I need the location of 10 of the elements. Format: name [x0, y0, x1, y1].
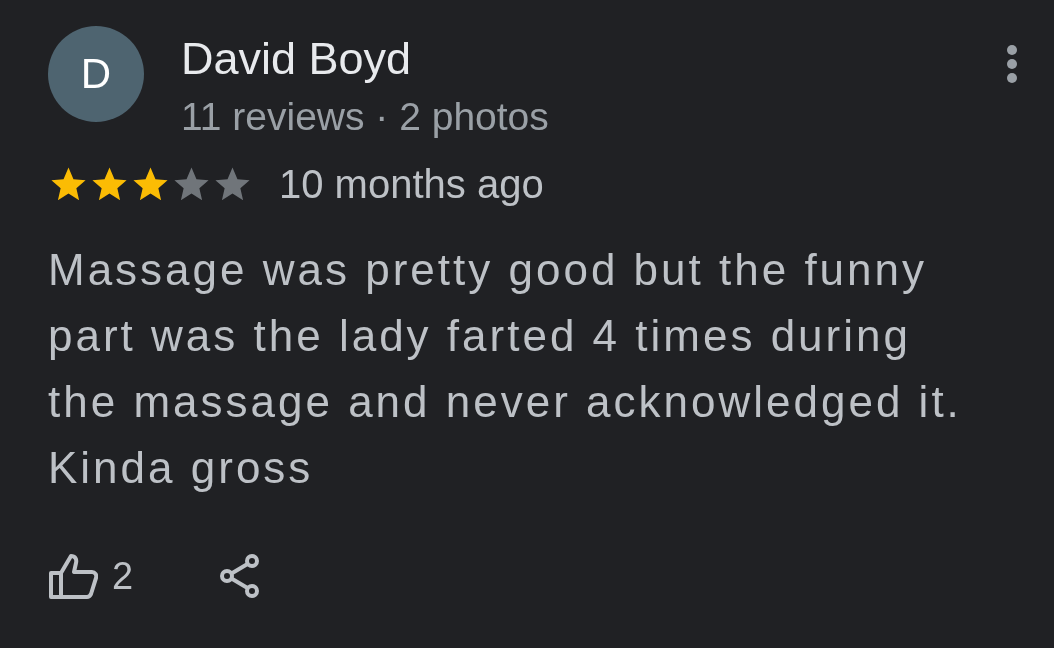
share-icon — [219, 553, 262, 599]
reviewer-stats: 11 reviews · 2 photos — [181, 94, 549, 140]
more-options-icon[interactable] — [1006, 44, 1018, 84]
avatar[interactable]: D — [48, 26, 144, 122]
share-button[interactable] — [219, 553, 262, 599]
reviewer-name[interactable]: David Boyd — [181, 34, 549, 84]
thumbs-up-icon — [48, 553, 98, 599]
like-button[interactable]: 2 — [48, 553, 134, 599]
review-text: Massage was pretty good but the funny part was the lady farted 4 times during the massage and never acknowledged it. Kinda gross — [48, 244, 963, 494]
review-time: 10 months ago — [279, 162, 544, 207]
